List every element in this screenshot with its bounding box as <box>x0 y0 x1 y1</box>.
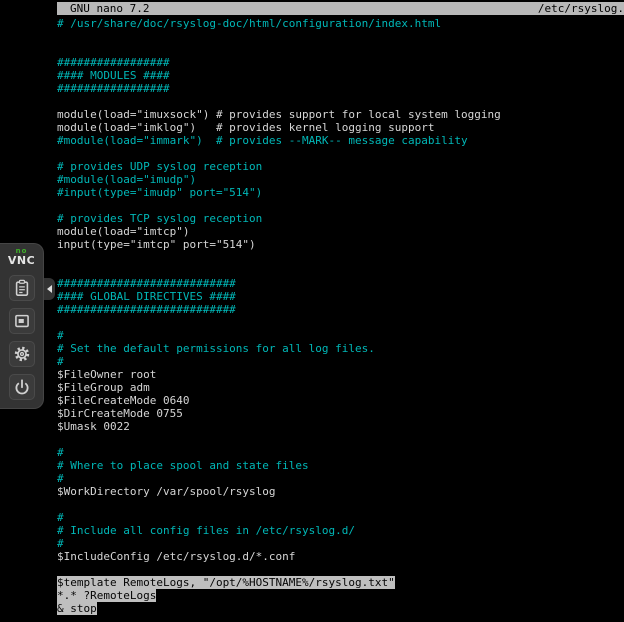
terminal-body: # /usr/share/doc/rsyslog-doc/html/config… <box>57 15 624 615</box>
terminal-line: module(load="imtcp") <box>57 225 624 238</box>
terminal-line <box>57 30 624 43</box>
terminal-line: ################# <box>57 56 624 69</box>
terminal-line: # provides UDP syslog reception <box>57 160 624 173</box>
terminal-line <box>57 95 624 108</box>
terminal-line: $IncludeConfig /etc/rsyslog.d/*.conf <box>57 550 624 563</box>
terminal-line <box>57 251 624 264</box>
novnc-control-bar: no VNC <box>0 243 44 409</box>
terminal-line: ########################### <box>57 277 624 290</box>
terminal-line: #module(load="imudp") <box>57 173 624 186</box>
terminal-line: $WorkDirectory /var/spool/rsyslog <box>57 485 624 498</box>
clipboard-icon <box>13 279 31 297</box>
terminal-line <box>57 43 624 56</box>
control-bar-handle[interactable] <box>44 278 55 300</box>
novnc-logo: no VNC <box>8 248 35 266</box>
terminal-line: ########################### <box>57 303 624 316</box>
terminal-line <box>57 563 624 576</box>
terminal-line <box>57 433 624 446</box>
terminal-screen[interactable]: GNU nano 7.2 /etc/rsyslog. # /usr/share/… <box>57 2 624 622</box>
terminal-line <box>57 316 624 329</box>
settings-button[interactable] <box>9 341 35 367</box>
terminal-line: $template RemoteLogs, "/opt/%HOSTNAME%/r… <box>57 576 624 589</box>
fullscreen-button[interactable] <box>9 308 35 334</box>
terminal-line: # /usr/share/doc/rsyslog-doc/html/config… <box>57 17 624 30</box>
terminal-line: # provides TCP syslog reception <box>57 212 624 225</box>
terminal-line: $Umask 0022 <box>57 420 624 433</box>
terminal-line: #input(type="imudp" port="514") <box>57 186 624 199</box>
terminal-line: # <box>57 511 624 524</box>
terminal-line: # <box>57 329 624 342</box>
terminal-line: #### GLOBAL DIRECTIVES #### <box>57 290 624 303</box>
nano-filename-label: /etc/rsyslog. <box>538 2 624 15</box>
nano-version-label: GNU nano 7.2 <box>70 2 149 15</box>
terminal-line: # <box>57 355 624 368</box>
terminal-line <box>57 264 624 277</box>
novnc-logo-vnc: VNC <box>8 255 35 266</box>
collapse-arrow-icon <box>47 285 52 293</box>
terminal-line: # <box>57 446 624 459</box>
terminal-line <box>57 147 624 160</box>
terminal-line: module(load="imklog") # provides kernel … <box>57 121 624 134</box>
fullscreen-icon <box>13 312 31 330</box>
power-icon <box>13 378 31 396</box>
terminal-line: $FileCreateMode 0640 <box>57 394 624 407</box>
terminal-line: input(type="imtcp" port="514") <box>57 238 624 251</box>
terminal-line <box>57 498 624 511</box>
terminal-line: # Where to place spool and state files <box>57 459 624 472</box>
gear-icon <box>13 345 31 363</box>
terminal-line: $DirCreateMode 0755 <box>57 407 624 420</box>
terminal-line: & stop <box>57 602 624 615</box>
clipboard-button[interactable] <box>9 275 35 301</box>
terminal-line: $FileGroup adm <box>57 381 624 394</box>
terminal-line: # Include all config files in /etc/rsysl… <box>57 524 624 537</box>
terminal-line: # <box>57 472 624 485</box>
terminal-line: ################# <box>57 82 624 95</box>
terminal-line: #### MODULES #### <box>57 69 624 82</box>
nano-titlebar: GNU nano 7.2 /etc/rsyslog. <box>57 2 624 15</box>
terminal-line: #module(load="immark") # provides --MARK… <box>57 134 624 147</box>
terminal-line: *.* ?RemoteLogs <box>57 589 624 602</box>
terminal-line <box>57 199 624 212</box>
terminal-line: # <box>57 537 624 550</box>
power-button[interactable] <box>9 374 35 400</box>
terminal-line: $FileOwner root <box>57 368 624 381</box>
terminal-line: module(load="imuxsock") # provides suppo… <box>57 108 624 121</box>
terminal-line: # Set the default permissions for all lo… <box>57 342 624 355</box>
